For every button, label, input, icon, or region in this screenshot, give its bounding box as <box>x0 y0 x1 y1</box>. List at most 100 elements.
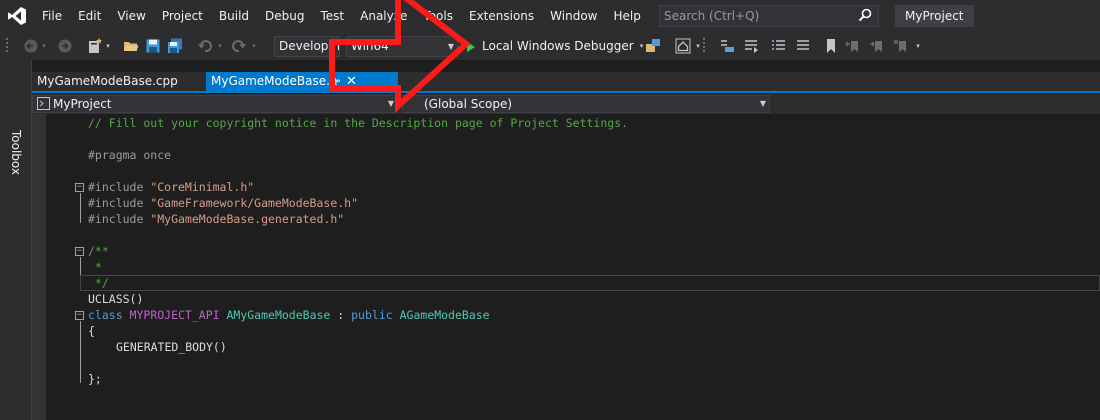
toolbar-grip <box>6 36 10 56</box>
undo-icon[interactable] <box>196 36 214 56</box>
tab-label: MyGameModeBase.h <box>211 74 338 88</box>
solution-platform-value: Win64 <box>351 39 389 53</box>
redo-icon[interactable] <box>230 36 248 56</box>
code-line-9: /** <box>88 243 109 259</box>
tab-mygamemodebase-cpp[interactable]: MyGameModeBase.cpp <box>32 72 183 91</box>
next-bookmark-icon[interactable] <box>868 36 886 56</box>
uncomment-lines-icon[interactable] <box>794 36 812 56</box>
navigation-bar: MyProject ▼ (Global Scope) ▼ <box>32 94 1100 114</box>
code-line-7: #include "MyGameModeBase.generated.h" <box>88 211 344 227</box>
chevron-down-icon: ▼ <box>447 42 454 51</box>
code-line-3: #pragma once <box>88 147 171 163</box>
tab-mygamemodebase-h[interactable]: MyGameModeBase.h ⊸ ✕ <box>206 72 398 91</box>
menu-window[interactable]: Window <box>542 0 605 32</box>
project-name-badge: MyProject <box>895 5 974 27</box>
save-icon[interactable] <box>144 36 162 56</box>
menu-bar: File Edit View Project Build Debug Test … <box>0 0 1100 32</box>
solution-configuration-select[interactable]: Developm ▼ <box>274 36 340 57</box>
menu-build[interactable]: Build <box>211 0 257 32</box>
code-line-13: class MYPROJECT_API AMyGameModeBase : pu… <box>88 307 490 323</box>
toolbox-tab[interactable]: Toolbox <box>9 130 23 175</box>
start-debugging-button[interactable]: Local Windows Debugger ▾ <box>466 36 643 57</box>
class-keyword: class <box>88 308 130 322</box>
code-line-14: { <box>88 323 95 339</box>
document-tab-strip: MyGameModeBase.cpp MyGameModeBase.h ⊸ ✕ <box>32 72 1100 93</box>
menu-test[interactable]: Test <box>312 0 352 32</box>
scope-select-value: (Global Scope) <box>424 97 513 111</box>
comment-lines-icon[interactable] <box>770 36 788 56</box>
scope-select[interactable]: (Global Scope) ▼ <box>402 95 770 113</box>
comment-text: // Fill out your copyright notice in the… <box>88 116 629 130</box>
code-line-15: GENERATED_BODY() <box>116 339 227 355</box>
bookmark-icon[interactable] <box>822 36 840 56</box>
menu-help[interactable]: Help <box>605 0 648 32</box>
menu-extensions[interactable]: Extensions <box>461 0 542 32</box>
home-icon[interactable] <box>674 36 692 56</box>
doc-comment-close: */ <box>88 276 109 290</box>
fold-guide <box>80 321 81 383</box>
indicator-margin <box>32 114 46 420</box>
chevron-down-icon: ▼ <box>387 99 394 108</box>
base-class-name: AGameModeBase <box>399 308 490 322</box>
menu-view[interactable]: View <box>109 0 153 32</box>
menu-edit[interactable]: Edit <box>70 0 109 32</box>
search-icon[interactable] <box>858 8 872 28</box>
redo-dropdown-icon[interactable]: ▾ <box>250 36 258 56</box>
uclass-macro: UCLASS() <box>88 292 144 306</box>
open-folder-icon[interactable] <box>122 36 140 56</box>
collapse-toggle-icon[interactable]: − <box>75 247 84 256</box>
toolbar-overflow-icon[interactable]: ▾ <box>914 36 922 56</box>
visual-studio-logo-icon[interactable] <box>0 0 34 32</box>
code-editor[interactable]: // Fill out your copyright notice in the… <box>32 114 1100 420</box>
chevron-down-icon: ▼ <box>329 42 336 51</box>
save-all-icon[interactable] <box>166 36 184 56</box>
pragma-directive: #pragma once <box>88 148 172 162</box>
chevron-down-icon: ▼ <box>759 99 766 108</box>
home-dropdown-icon[interactable]: ▾ <box>694 36 702 56</box>
search-box[interactable]: Search (Ctrl+Q) <box>659 5 879 27</box>
play-icon <box>467 41 475 52</box>
previous-bookmark-icon[interactable] <box>844 36 862 56</box>
menu-analyze[interactable]: Analyze <box>352 0 415 32</box>
close-icon[interactable]: ✕ <box>346 72 357 91</box>
back-dropdown-icon[interactable]: ▾ <box>40 36 48 56</box>
project-select[interactable]: MyProject ▼ <box>32 95 398 113</box>
doc-comment-body: * <box>88 260 102 274</box>
new-project-dropdown-icon[interactable]: ▾ <box>104 36 112 56</box>
include-keyword: #include <box>88 196 151 210</box>
menu-file[interactable]: File <box>34 0 70 32</box>
step-over-icon[interactable] <box>718 36 736 56</box>
side-tool-strip: Toolbox <box>0 60 32 420</box>
menu-project[interactable]: Project <box>154 0 211 32</box>
code-line-5: #include "CoreMinimal.h" <box>88 179 254 195</box>
new-project-icon[interactable] <box>86 36 104 56</box>
collapse-toggle-icon[interactable]: − <box>75 183 84 192</box>
back-icon[interactable] <box>22 36 40 56</box>
code-line-6: #include "GameFramework/GameModeBase.h" <box>88 195 358 211</box>
include-path: "CoreMinimal.h" <box>150 180 255 194</box>
collapse-toggle-icon[interactable]: − <box>75 311 84 320</box>
code-line-11: */ <box>88 275 109 291</box>
toolbar-grip <box>702 36 708 56</box>
menu-debug[interactable]: Debug <box>257 0 312 32</box>
toggle-view-icon[interactable] <box>742 36 760 56</box>
undo-dropdown-icon[interactable]: ▾ <box>216 36 224 56</box>
open-brace: { <box>88 324 95 338</box>
public-keyword: public <box>351 308 400 322</box>
menu-tools[interactable]: Tools <box>415 0 461 32</box>
search-placeholder: Search (Ctrl+Q) <box>664 9 760 23</box>
generated-body-macro: GENERATED_BODY() <box>116 340 227 354</box>
debugger-dropdown-icon[interactable]: ▾ <box>640 36 644 57</box>
close-brace: }; <box>88 372 102 386</box>
clear-bookmarks-icon[interactable] <box>892 36 910 56</box>
pin-icon[interactable]: ⊸ <box>332 72 340 91</box>
solution-platform-select[interactable]: Win64 ▼ <box>346 36 458 57</box>
attach-process-icon[interactable] <box>644 36 662 56</box>
cpp-project-icon <box>37 97 50 114</box>
include-keyword: #include <box>88 212 151 226</box>
code-line-10: * <box>88 259 102 275</box>
fold-guide <box>80 193 81 223</box>
class-name: AMyGameModeBase <box>226 308 331 322</box>
debugger-label: Local Windows Debugger <box>482 39 634 53</box>
forward-icon[interactable] <box>56 36 74 56</box>
